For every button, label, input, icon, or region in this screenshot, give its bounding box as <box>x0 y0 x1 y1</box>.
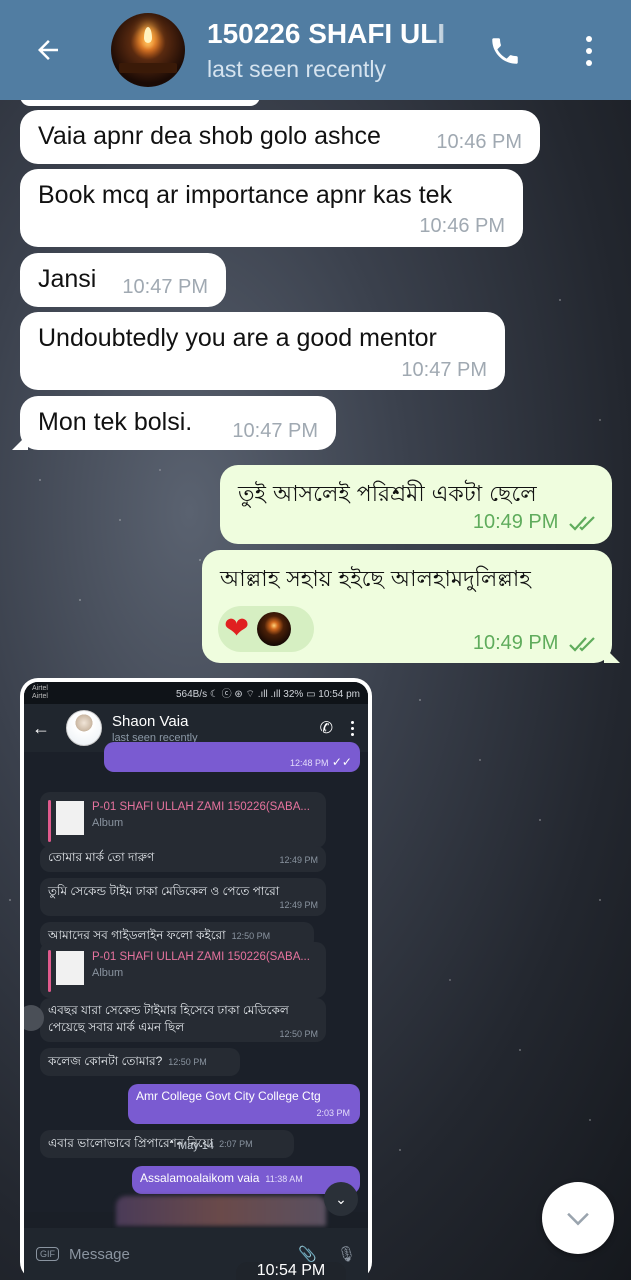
file-subtitle: Album <box>92 817 124 829</box>
more-vertical-icon <box>351 720 354 736</box>
message-bubble-in[interactable]: Book mcq ar importance apnr kas tek 10:4… <box>20 169 523 247</box>
image-time-badge: 10:54 PM <box>236 1262 346 1280</box>
arrow-left-icon <box>38 40 58 60</box>
double-check-icon <box>569 515 595 531</box>
screenshot-image-message[interactable]: Airtel Airtel 564B/s ☾ ⓒ ⊛ ⌔ .ıll .ıll 3… <box>20 678 372 1280</box>
message-bubble-out[interactable]: তুই আসলেই পরিশ্রমী একটা ছেলে 10:49 PM <box>220 465 612 544</box>
double-check-icon <box>569 636 595 652</box>
back-button[interactable] <box>20 22 76 78</box>
file-name: P-01 SHAFI ULLAH ZAMI 150226(SABA... <box>92 801 310 813</box>
screenshot-file-message: P-01 SHAFI ULLAH ZAMI 150226(SABA... Alb… <box>40 792 326 848</box>
message-placeholder: Message <box>69 1245 130 1263</box>
message-text: Jansi <box>38 265 97 293</box>
phone-icon <box>492 38 518 64</box>
blurred-image-preview <box>116 1196 326 1226</box>
message-time: 12:48 PM <box>290 758 329 768</box>
heart-reaction-icon: ❤ <box>224 611 250 646</box>
screenshot-file-message: P-01 SHAFI ULLAH ZAMI 150226(SABA... Alb… <box>40 942 326 998</box>
chat-title[interactable]: 150226 SHAFI ULI last seen recently <box>207 18 467 83</box>
message-text: আল্লাহ সহায় হইছে আলহামদুলিল্লাহ <box>220 567 531 592</box>
message-time: 10:49 PM <box>473 632 600 655</box>
message-time: 10:49 PM <box>473 511 600 534</box>
file-name: P-01 SHAFI ULLAH ZAMI 150226(SABA... <box>92 951 310 963</box>
phone-icon: ✆ <box>319 720 333 737</box>
message-time: 10:47 PM <box>232 420 318 442</box>
contact-avatar[interactable] <box>111 13 185 87</box>
message-bubble-in[interactable]: Vaia apnr dea shob golo ashce 10:46 PM <box>20 110 540 164</box>
message-text: তুই আসলেই পরিশ্রমী একটা ছেলে <box>238 482 537 507</box>
message-bubble-in[interactable]: Jansi 10:47 PM <box>20 253 226 307</box>
message-bubble-out[interactable]: আল্লাহ সহায় হইছে আলহামদুলিল্লাহ ❤ 10:49… <box>202 550 620 663</box>
screenshot-status-bar: Airtel Airtel 564B/s ☾ ⓒ ⊛ ⌔ .ıll .ıll 3… <box>24 682 368 704</box>
message-bubble-in[interactable]: Undoubtedly you are a good mentor 10:47 … <box>20 312 505 390</box>
status-info: 564B/s ☾ ⓒ ⊛ ⌔ .ıll .ıll 32% ▭ 10:54 pm <box>175 689 360 700</box>
message-time: 10:47 PM <box>401 359 487 381</box>
message-text: Book mcq ar importance apnr kas tek <box>38 181 453 209</box>
carrier-label: Airtel Airtel <box>32 685 48 700</box>
scroll-down-button[interactable] <box>542 1182 614 1254</box>
more-menu-button[interactable] <box>572 28 606 74</box>
more-vertical-icon <box>586 36 592 42</box>
chevron-down-icon: ⌄ <box>324 1182 358 1216</box>
message-text: Undoubtedly you are a good mentor <box>38 324 437 352</box>
message-text: Vaia apnr dea shob golo ashce <box>38 122 381 150</box>
screenshot-message-out: Amr College Govt City College Ctg 2:03 P… <box>128 1084 360 1124</box>
microphone-icon: 🎙 <box>336 1246 356 1263</box>
screenshot-message-in: কলেজ কোনটা তোমার? 12:50 PM <box>40 1048 240 1076</box>
message-time: 10:46 PM <box>436 131 522 153</box>
screenshot-message-in: এবছর যারা সেকেন্ড টাইমার হিসেবে ঢাকা মেড… <box>40 998 326 1042</box>
contact-name: 150226 SHAFI ULI <box>207 17 446 49</box>
arrow-left-icon: ← <box>32 717 50 738</box>
contact-status: last seen recently <box>207 55 386 82</box>
file-subtitle: Album <box>92 967 124 979</box>
call-button[interactable] <box>484 30 526 72</box>
screenshot-avatar <box>66 710 102 746</box>
message-text: Mon tek bolsi. <box>38 408 193 436</box>
screenshot-message-in: তুমি সেকেন্ড টাইম ঢাকা মেডিকেল ও পেতে পা… <box>40 878 326 916</box>
message-reactions[interactable]: ❤ <box>218 606 314 652</box>
message-time: 10:47 PM <box>122 276 208 298</box>
screenshot-message-out: 12:48 PM ✓✓ <box>104 742 360 772</box>
message-time: 10:46 PM <box>419 215 505 237</box>
date-divider: May 14 <box>177 1140 215 1152</box>
message-bubble-in[interactable]: Mon tek bolsi. 10:47 PM <box>12 396 336 450</box>
chat-header: 150226 SHAFI ULI last seen recently <box>0 0 631 100</box>
screenshot-contact-name: Shaon Vaia <box>112 712 189 730</box>
gif-icon: GIF <box>36 1247 59 1261</box>
paperclip-icon: 📎 <box>298 1246 317 1263</box>
reactor-avatar <box>257 612 292 646</box>
screenshot-message-in: তোমার মার্ক তো দারুণ 12:49 PM <box>40 846 326 872</box>
chevron-down-icon <box>567 1212 589 1226</box>
